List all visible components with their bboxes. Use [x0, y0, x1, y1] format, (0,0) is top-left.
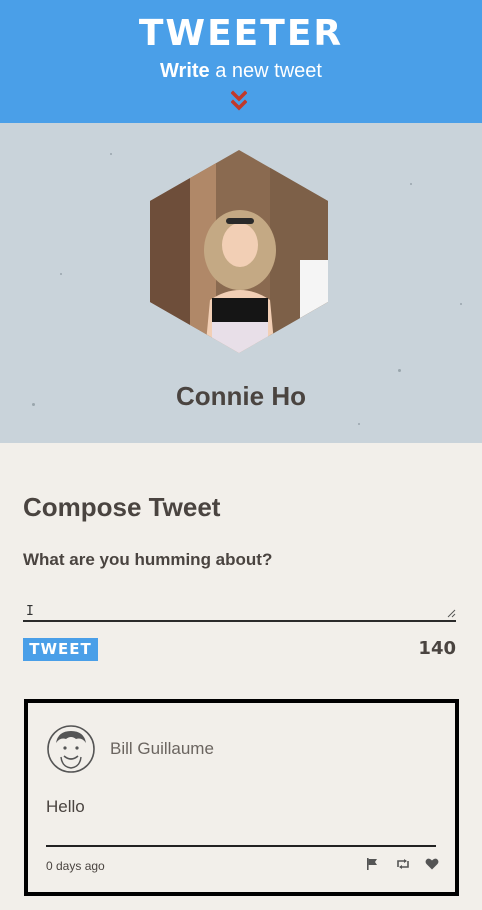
tweet-author: Bill Guillaume — [110, 739, 214, 758]
brand-logo: TWEETER — [138, 13, 344, 54]
character-counter: 140 — [418, 638, 456, 659]
write-new-tweet-link[interactable]: Write a new tweet — [0, 58, 482, 84]
tweet-text: Hello — [46, 797, 85, 816]
tweet-timestamp: 0 days ago — [46, 859, 105, 873]
text-cursor-icon: I — [26, 604, 34, 619]
double-chevron-down-icon[interactable] — [231, 90, 247, 114]
resize-handle-icon[interactable] — [447, 609, 456, 618]
profile-name: Connie Ho — [176, 381, 306, 411]
compose-prompt: What are you humming about? — [23, 550, 273, 569]
profile-header: Connie Ho — [0, 123, 482, 443]
top-nav: TWEETER Write a new tweet — [0, 0, 482, 123]
new-tweet-label: a new tweet — [209, 60, 322, 82]
write-label: Write — [160, 60, 210, 82]
tweet-card: Bill Guillaume Hello 0 days ago — [24, 699, 459, 896]
retweet-icon[interactable] — [395, 857, 409, 871]
compose-title: Compose Tweet — [23, 492, 221, 522]
tweet-textarea[interactable] — [23, 599, 456, 622]
heart-icon[interactable] — [425, 857, 439, 871]
profile-avatar — [150, 150, 328, 353]
avatar — [47, 725, 95, 773]
tweet-button[interactable]: TWEET — [23, 638, 98, 661]
flag-icon[interactable] — [365, 857, 379, 871]
divider — [46, 845, 436, 847]
tweet-actions — [365, 857, 439, 875]
